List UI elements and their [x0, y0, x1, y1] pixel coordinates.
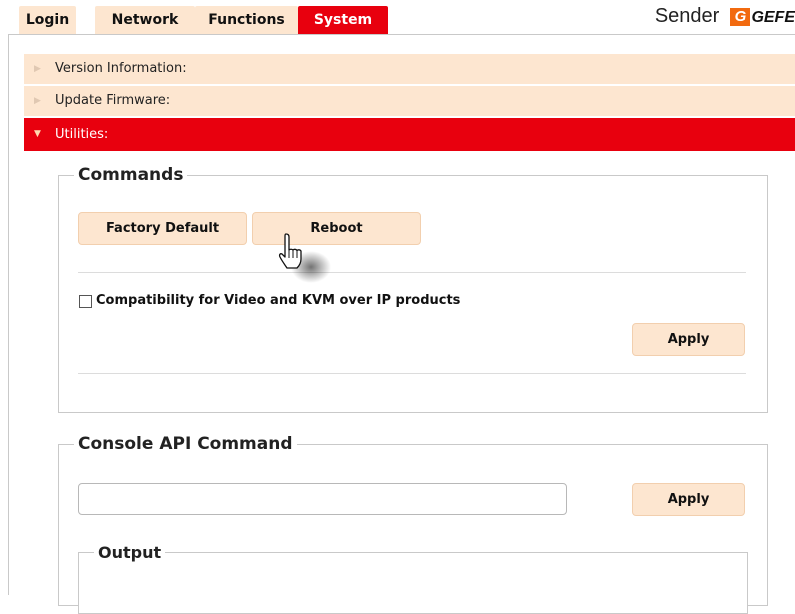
brand: Sender G GEFE: [655, 2, 795, 30]
gefen-logo: G GEFE: [730, 4, 795, 32]
panel-version-information[interactable]: ▶ Version Information:: [24, 54, 795, 84]
top-nav: Login Network Functions System Sender GG…: [0, 0, 795, 34]
divider: [78, 272, 746, 273]
panel-label: Version Information:: [55, 61, 187, 76]
panel-utilities[interactable]: ▼ Utilities:: [24, 118, 795, 151]
expand-arrow-icon: ▼: [34, 129, 41, 139]
tab-functions[interactable]: Functions: [195, 6, 298, 34]
collapse-arrow-icon: ▶: [34, 96, 41, 106]
collapse-arrow-icon: ▶: [34, 64, 41, 74]
console-api-legend: Console API Command: [74, 434, 297, 454]
tab-login[interactable]: Login: [19, 6, 76, 34]
device-role-label: Sender: [654, 5, 720, 27]
compatibility-checkbox[interactable]: [79, 295, 92, 308]
factory-default-button[interactable]: Factory Default: [78, 212, 247, 245]
panel-label: Update Firmware:: [55, 93, 171, 108]
commands-apply-button[interactable]: Apply: [632, 323, 745, 356]
output-legend: Output: [94, 543, 166, 562]
compatibility-label: Compatibility for Video and KVM over IP …: [96, 293, 461, 308]
tab-network[interactable]: Network: [95, 6, 195, 34]
panel-label: Utilities:: [55, 127, 109, 142]
logo-text: GEFE: [751, 9, 795, 26]
commands-legend: Commands: [74, 165, 188, 185]
console-command-input[interactable]: [78, 483, 567, 515]
divider: [78, 373, 746, 374]
output-fieldset: [78, 552, 748, 614]
hand-pointer-icon: [278, 233, 331, 283]
panel-update-firmware[interactable]: ▶ Update Firmware:: [24, 86, 795, 116]
console-apply-button[interactable]: Apply: [632, 483, 745, 516]
tab-system[interactable]: System: [298, 6, 388, 34]
